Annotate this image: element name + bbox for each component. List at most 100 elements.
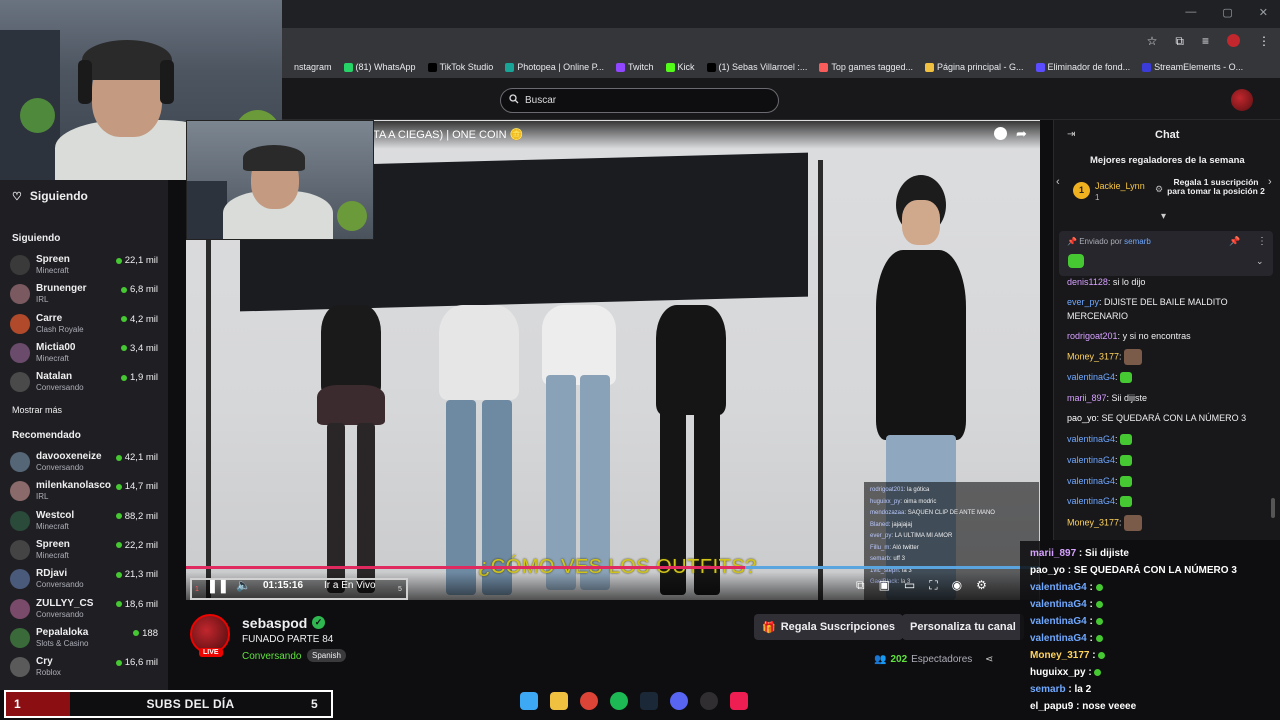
spotify-icon[interactable]: [610, 692, 628, 710]
bookmark-item[interactable]: Twitch: [616, 62, 654, 72]
star-icon[interactable]: ☆: [1147, 34, 1158, 49]
top-gifter-name[interactable]: Jackie_Lynn: [1095, 181, 1145, 191]
live-dot-icon: [121, 345, 128, 352]
show-more-link[interactable]: Mostrar más: [12, 405, 62, 415]
chat-username[interactable]: rodrigoat201: [1067, 331, 1118, 341]
stream-category[interactable]: Conversando: [242, 651, 301, 662]
share-icon[interactable]: ⋖: [985, 654, 993, 665]
search-bar[interactable]: [500, 88, 779, 113]
sidebar-channel-item[interactable]: Brunenger IRL 6,8 mil: [10, 281, 160, 307]
customize-channel-button[interactable]: Personaliza tu canal: [902, 614, 1024, 640]
file-explorer-icon[interactable]: [550, 692, 568, 710]
chat-username[interactable]: pao_yo: [1067, 413, 1097, 423]
volume-icon[interactable]: 🔈: [236, 578, 251, 592]
chat-username[interactable]: valentinaG4: [1067, 476, 1115, 486]
chat-scrollbar[interactable]: [1271, 498, 1275, 518]
search-input[interactable]: [525, 95, 755, 106]
windows-start-icon[interactable]: [520, 692, 538, 710]
sidebar-channel-item[interactable]: Pepalaloka Slots & Casino 188: [10, 625, 160, 651]
channel-name: Mictia00: [36, 341, 76, 353]
bookmark-item[interactable]: (81) WhatsApp: [343, 62, 416, 72]
tiktok-icon[interactable]: [730, 692, 748, 710]
sidebar-channel-item[interactable]: Westcol Minecraft 88,2 mil: [10, 508, 160, 534]
gift-cta[interactable]: Regala 1 suscripción para tomar la posic…: [1167, 178, 1265, 196]
gift-subs-button[interactable]: 🎁 Regala Suscripciones: [754, 614, 904, 640]
bookmark-icon: [1142, 62, 1152, 72]
channel-name: Westcol: [36, 509, 75, 521]
channel-name: Brunenger: [36, 283, 87, 295]
channel-name[interactable]: sebaspod: [242, 615, 307, 631]
go-live-button[interactable]: Ir a En Vivo: [324, 580, 376, 591]
playback-speed-icon[interactable]: ◉: [952, 578, 962, 593]
pinned-by-user[interactable]: semarb: [1124, 237, 1151, 246]
live-dot-icon: [115, 513, 122, 520]
theatre-icon[interactable]: ▭: [904, 578, 915, 593]
channel-viewers: 22,1 mil: [115, 255, 158, 266]
chat-username[interactable]: ever_py: [1067, 297, 1099, 307]
bookmark-item[interactable]: TikTok Studio: [427, 62, 493, 72]
chat-username[interactable]: valentinaG4: [1067, 372, 1115, 382]
menu-icon[interactable]: ⋮: [1258, 34, 1270, 49]
gift-subs-label: Regala Suscripciones: [780, 621, 896, 633]
chat-username[interactable]: denis1128: [1067, 277, 1108, 287]
bookmark-item[interactable]: (1) Sebas Villarroel :...: [706, 62, 807, 72]
sidebar-channel-item[interactable]: davooxeneize Conversando 42,1 mil: [10, 449, 160, 475]
sidebar-channel-item[interactable]: milenkanolasco IRL 14,7 mil: [10, 478, 160, 504]
bookmark-item[interactable]: Eliminador de fond...: [1035, 62, 1130, 72]
chat-username[interactable]: valentinaG4: [1067, 455, 1115, 465]
media-icon[interactable]: ≡: [1202, 34, 1209, 49]
sidebar-channel-item[interactable]: Spreen Minecraft 22,1 mil: [10, 252, 160, 278]
overlay-chat-line: mendozazaa: SAQUEN CLIP DE ANTE MANO: [870, 508, 1033, 520]
user-avatar[interactable]: [1231, 89, 1253, 111]
bookmark-item[interactable]: Página principal - G...: [924, 62, 1024, 72]
sidebar-channel-item[interactable]: Mictia00 Minecraft 3,4 mil: [10, 340, 160, 366]
sidebar-following-header[interactable]: ♡ Siguiendo: [12, 189, 88, 203]
bookmark-item[interactable]: nstagram: [282, 62, 332, 72]
discord-icon[interactable]: [670, 692, 688, 710]
settings-gear-icon[interactable]: ⚙: [976, 578, 987, 593]
pause-icon[interactable]: ❚❚: [207, 578, 229, 594]
extensions-icon[interactable]: ⧉: [1175, 34, 1184, 49]
chevron-left-icon[interactable]: ‹: [1056, 176, 1060, 188]
close-icon[interactable]: ✕: [1259, 6, 1268, 19]
chat-username[interactable]: valentinaG4: [1067, 434, 1115, 444]
pin-icon[interactable]: 📌: [1229, 236, 1240, 247]
overlay-username: valentinaG4: [1030, 582, 1087, 593]
overlay-chat-user: ever_py: [870, 533, 892, 539]
emote-icon: [1120, 476, 1133, 488]
bookmark-item[interactable]: StreamElements - O...: [1142, 62, 1243, 72]
sidebar-channel-item[interactable]: Carre Clash Royale 4,2 mil: [10, 311, 160, 337]
share-arrow-icon[interactable]: ➦: [1016, 126, 1027, 142]
maximize-icon[interactable]: ▢: [1222, 6, 1232, 19]
minimize-icon[interactable]: —: [1185, 6, 1196, 19]
chevron-right-icon[interactable]: ›: [1268, 176, 1272, 188]
obs-icon[interactable]: [700, 692, 718, 710]
profile-icon[interactable]: [1227, 34, 1240, 47]
bookmark-item[interactable]: Kick: [665, 62, 695, 72]
expand-pinned-icon[interactable]: ⌄: [1256, 256, 1264, 267]
bookmark-item[interactable]: Photopea | Online P...: [505, 62, 604, 72]
sidebar-channel-item[interactable]: ZULLYY_CS Conversando 18,6 mil: [10, 596, 160, 622]
live-dot-icon: [121, 286, 128, 293]
sidebar-channel-item[interactable]: Natalan Conversando 1,9 mil: [10, 369, 160, 395]
clock-icon[interactable]: [994, 127, 1007, 140]
collapse-chat-icon[interactable]: ⇥: [1067, 129, 1075, 140]
chat-username[interactable]: Money_3177: [1067, 351, 1119, 361]
more-options-icon[interactable]: ⋮: [1257, 236, 1267, 247]
fullscreen-icon[interactable]: ⛶: [929, 578, 937, 593]
sidebar-channel-item[interactable]: Cry Roblox 16,6 mil: [10, 654, 160, 680]
sidebar-channel-item[interactable]: Spreen Minecraft 22,2 mil: [10, 537, 160, 563]
sidebar-channel-item[interactable]: RDjavi Conversando 21,3 mil: [10, 566, 160, 592]
chrome-icon[interactable]: [580, 692, 598, 710]
filter-icon[interactable]: ▾: [1161, 211, 1166, 222]
miniplayer-icon[interactable]: ▣: [879, 578, 890, 593]
clip-icon[interactable]: ⧉: [856, 578, 865, 593]
bookmark-item[interactable]: Top games tagged...: [819, 62, 913, 72]
top-gifters-title: Mejores regaladores de la semana: [1090, 155, 1245, 166]
chat-username[interactable]: Money_3177: [1067, 517, 1119, 527]
chat-username[interactable]: marii_897: [1067, 393, 1107, 403]
steam-icon[interactable]: [640, 692, 658, 710]
chat-username[interactable]: valentinaG4: [1067, 496, 1115, 506]
channel-viewers: 18,6 mil: [115, 599, 158, 610]
language-tag[interactable]: Spanish: [307, 649, 346, 662]
